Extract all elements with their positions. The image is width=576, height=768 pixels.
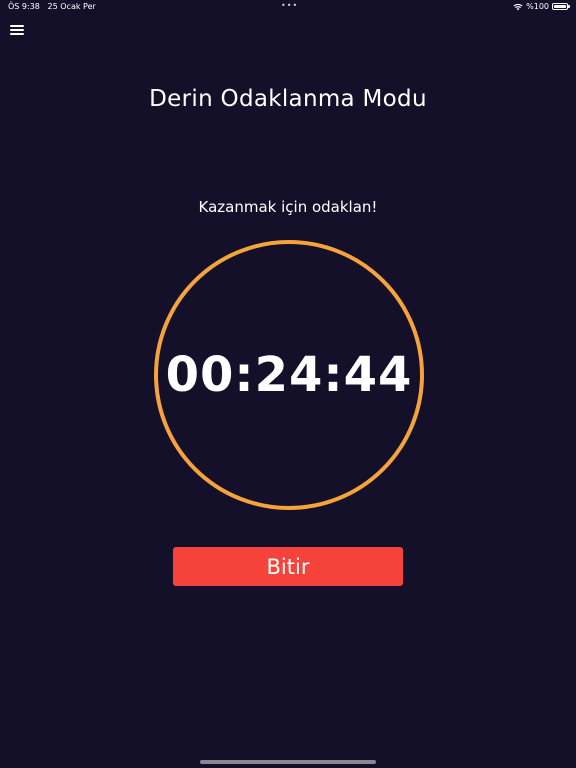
hamburger-menu-icon[interactable] (10, 24, 24, 36)
timer-display: 00:24:44 (165, 347, 413, 403)
status-time: ÖS 9:38 (8, 2, 40, 11)
battery-label: %100 (526, 2, 549, 11)
page-title: Derin Odaklanma Modu (149, 86, 427, 112)
finish-button[interactable]: Bitir (173, 547, 403, 586)
home-indicator[interactable] (200, 760, 376, 764)
multitask-dots[interactable]: ••• (281, 1, 298, 10)
wifi-icon (513, 3, 523, 10)
status-bar: ÖS 9:38 25 Ocak Per ••• %100 (0, 0, 576, 16)
subtitle: Kazanmak için odaklan! (198, 198, 378, 216)
timer-ring: 00:24:44 (154, 240, 424, 510)
status-indicators: %100 (513, 2, 570, 11)
status-date: 25 Ocak Per (47, 2, 96, 11)
battery-icon (552, 3, 570, 10)
status-time-date: ÖS 9:38 25 Ocak Per (8, 2, 96, 11)
